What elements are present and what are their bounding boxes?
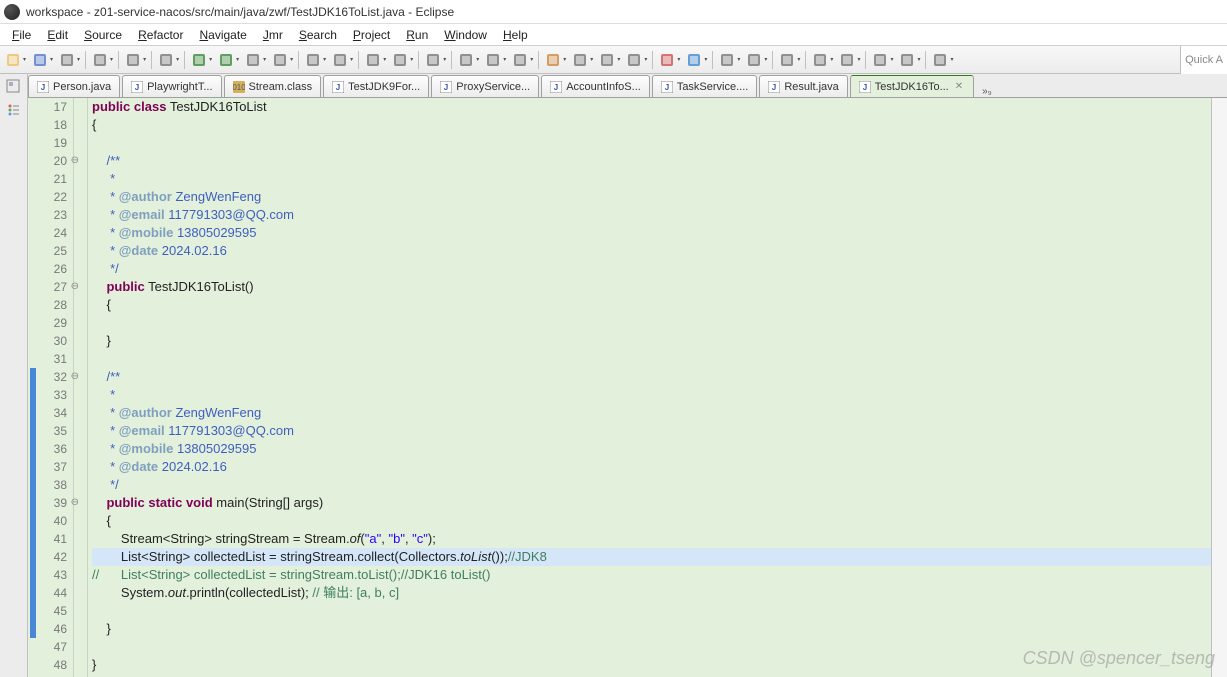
editor-tab-4[interactable]: J ProxyService...	[431, 75, 539, 97]
overview-ruler	[1211, 98, 1227, 677]
main-toolbar: ▾▾▾▾▾▾▾▾▾▾▾▾▾▾▾▾▾▾▾▾▾▾▾▾▾▾▾▾▾▾▾▾	[0, 46, 1227, 74]
print-button[interactable]	[89, 49, 111, 71]
world-button[interactable]	[683, 49, 705, 71]
cols-button[interactable]	[596, 49, 618, 71]
outline-icon[interactable]	[5, 102, 23, 120]
tab-label: ProxyService...	[456, 81, 530, 93]
tab-label: TaskService....	[677, 81, 749, 93]
coverage-button[interactable]	[269, 49, 291, 71]
editor-tab-2[interactable]: 010 Stream.class	[224, 75, 322, 97]
markers-button[interactable]	[623, 49, 645, 71]
nav-back-button[interactable]	[869, 49, 891, 71]
tab-label: PlaywrightT...	[147, 81, 212, 93]
menu-bar: FileEditSourceRefactorNavigateJmrSearchP…	[0, 24, 1227, 46]
svg-text:J: J	[554, 83, 558, 92]
close-icon[interactable]: ✕	[953, 81, 965, 92]
file-icon: J	[661, 81, 673, 93]
menu-edit[interactable]: Edit	[39, 26, 76, 44]
tab-label: Result.java	[784, 81, 838, 93]
editor-region: J Person.java J PlaywrightT... 010 Stream.cla…	[28, 74, 1227, 677]
sync-button[interactable]	[716, 49, 738, 71]
menu-file[interactable]: File	[4, 26, 39, 44]
new-class-button[interactable]	[302, 49, 324, 71]
tab-label: Stream.class	[249, 81, 313, 93]
menu-refactor[interactable]: Refactor	[130, 26, 191, 44]
fold-strip	[74, 98, 88, 677]
back-button[interactable]	[809, 49, 831, 71]
tab-label: Person.java	[53, 81, 111, 93]
run-button[interactable]	[215, 49, 237, 71]
editor-tab-6[interactable]: J TaskService....	[652, 75, 758, 97]
save-all-button[interactable]	[56, 49, 78, 71]
code-area[interactable]: public class TestJDK16ToList{ /** * * @a…	[88, 98, 1211, 677]
editor-tab-3[interactable]: J TestJDK9For...	[323, 75, 429, 97]
tab-label: AccountInfoS...	[566, 81, 641, 93]
file-icon: J	[768, 81, 780, 93]
line-gutter: 1718192021222324252627282930313233343536…	[28, 98, 74, 677]
svg-text:010: 010	[233, 83, 245, 92]
menu-window[interactable]: Window	[436, 26, 495, 44]
search-button[interactable]	[455, 49, 477, 71]
editor-tab-0[interactable]: J Person.java	[28, 75, 120, 97]
file-icon: 010	[233, 81, 245, 93]
menu-help[interactable]: Help	[495, 26, 536, 44]
menu-jmr[interactable]: Jmr	[255, 26, 291, 44]
wand-button[interactable]	[542, 49, 564, 71]
svg-text:J: J	[665, 83, 669, 92]
left-trim	[0, 74, 28, 677]
bug-button[interactable]	[656, 49, 678, 71]
svg-text:J: J	[336, 83, 340, 92]
eclipse-icon	[4, 4, 20, 20]
file-icon: J	[131, 81, 143, 93]
editor-tab-5[interactable]: J AccountInfoS...	[541, 75, 650, 97]
editor-tab-8[interactable]: J TestJDK16To... ✕	[850, 75, 974, 97]
file-icon: J	[332, 81, 344, 93]
file-icon: J	[440, 81, 452, 93]
menu-run[interactable]: Run	[398, 26, 436, 44]
refresh-button[interactable]	[776, 49, 798, 71]
title-bar: workspace - z01-service-nacos/src/main/j…	[0, 0, 1227, 24]
menu-navigate[interactable]: Navigate	[191, 26, 254, 44]
tab-label: TestJDK9For...	[348, 81, 420, 93]
menu-project[interactable]: Project	[345, 26, 398, 44]
quick-access-box[interactable]: Quick A	[1180, 46, 1227, 74]
file-icon: J	[859, 81, 871, 93]
svg-text:J: J	[41, 83, 45, 92]
tab-overflow[interactable]: »₉	[976, 86, 998, 97]
svg-text:J: J	[444, 83, 448, 92]
editor-tab-1[interactable]: J PlaywrightT...	[122, 75, 221, 97]
team-button[interactable]	[743, 49, 765, 71]
editor-tab-7[interactable]: J Result.java	[759, 75, 847, 97]
tab-label: TestJDK16To...	[875, 81, 949, 93]
main-area: J Person.java J PlaywrightT... 010 Stream.cla…	[0, 74, 1227, 677]
fwd-button[interactable]	[836, 49, 858, 71]
debug-button[interactable]	[188, 49, 210, 71]
gen2-button[interactable]	[389, 49, 411, 71]
restore-view-icon[interactable]	[5, 78, 23, 96]
save-button[interactable]	[29, 49, 51, 71]
nav-fwd-button[interactable]	[896, 49, 918, 71]
new-package-button[interactable]	[329, 49, 351, 71]
file-icon: J	[550, 81, 562, 93]
new-button[interactable]	[2, 49, 24, 71]
svg-text:J: J	[772, 83, 776, 92]
file-icon: J	[37, 81, 49, 93]
svg-text:J: J	[135, 83, 139, 92]
open-type-button[interactable]	[422, 49, 444, 71]
window-title: workspace - z01-service-nacos/src/main/j…	[26, 5, 454, 19]
build-button[interactable]	[122, 49, 144, 71]
grid-button[interactable]	[569, 49, 591, 71]
task-button[interactable]	[509, 49, 531, 71]
menu-search[interactable]: Search	[291, 26, 345, 44]
skip-button[interactable]	[155, 49, 177, 71]
gen-button[interactable]	[362, 49, 384, 71]
menu-source[interactable]: Source	[76, 26, 130, 44]
run-ext-button[interactable]	[242, 49, 264, 71]
editor-body[interactable]: 1718192021222324252627282930313233343536…	[28, 98, 1227, 677]
editor-tab-bar: J Person.java J PlaywrightT... 010 Stream.cla…	[28, 74, 1227, 98]
pin-button[interactable]	[929, 49, 951, 71]
search2-button[interactable]	[482, 49, 504, 71]
svg-text:J: J	[863, 83, 867, 92]
